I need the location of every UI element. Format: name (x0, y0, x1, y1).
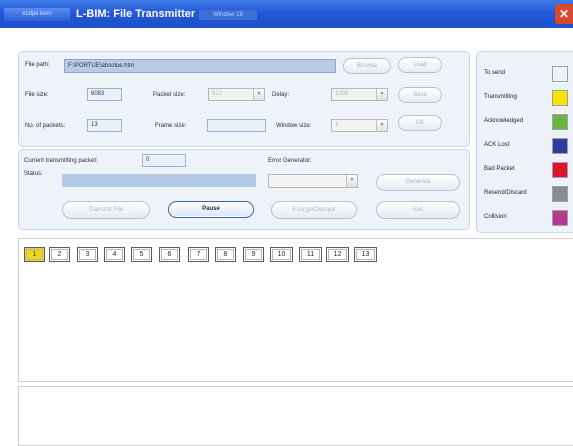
legend-label: Resend/Discard (484, 190, 527, 196)
legend-swatch (552, 186, 568, 202)
packet-box[interactable]: 9 (243, 247, 264, 262)
frame-size-label: Frame size: (155, 123, 187, 129)
packet-number: 1 (32, 251, 37, 258)
chevron-down-icon: ▾ (376, 120, 387, 131)
packet-box[interactable]: 1 (24, 247, 45, 262)
packet-number: 12 (333, 251, 342, 258)
packet-number: 5 (139, 251, 144, 258)
chevron-down-icon: ▾ (253, 89, 264, 100)
file-size-field: 6083 (87, 88, 122, 101)
current-packet-label: Current transmitting packet: (24, 158, 98, 164)
app-badge: ezdpe kern (4, 8, 70, 21)
delay-select[interactable]: 1000 ▾ (331, 88, 388, 101)
num-packets-label: No. of packets: (25, 123, 66, 129)
legend-swatch (552, 90, 568, 106)
packet-box[interactable]: 8 (215, 247, 236, 262)
log-area[interactable] (18, 386, 573, 446)
packet-size-select[interactable]: 512 ▾ (208, 88, 265, 101)
legend-swatch (552, 114, 568, 130)
status-label: Status: (24, 171, 43, 177)
frame-size-field (207, 119, 266, 132)
chevron-down-icon: ▾ (346, 175, 357, 187)
packet-box[interactable]: 2 (49, 247, 70, 262)
legend-label: Bad Packet (484, 166, 515, 172)
packet-size-label: Packet size: (153, 92, 186, 98)
packet-box[interactable]: 5 (131, 247, 152, 262)
transmit-file-button[interactable]: Transmit File (62, 201, 150, 219)
legend-label: Acknowledged (484, 118, 524, 124)
close-button[interactable]: ✕ (555, 4, 573, 24)
packet-box[interactable]: 10 (270, 247, 293, 262)
ok-button[interactable]: OK (398, 115, 442, 131)
packet-number: 2 (57, 251, 62, 258)
num-packets-field: 13 (87, 119, 122, 132)
legend-swatch (552, 210, 568, 226)
packet-display-area (18, 238, 573, 382)
window-size-label: Window size: (276, 123, 312, 129)
packet-number: 8 (223, 251, 228, 258)
packet-number: 13 (361, 251, 370, 258)
file-size-label: File size: (25, 92, 49, 98)
encrypt-decrypt-button[interactable]: Encrypt/Decrypt (271, 201, 357, 219)
num-packets-value: 13 (91, 122, 98, 128)
file-path-label: File path: (25, 62, 50, 68)
generate-button[interactable]: Generate (376, 174, 460, 191)
packet-number: 9 (251, 251, 256, 258)
packet-box[interactable]: 6 (159, 247, 180, 262)
packet-number: 7 (196, 251, 201, 258)
status-bar (62, 174, 256, 187)
file-path-value: F:\PORTUE\absolue.htm (68, 63, 135, 69)
file-size-value: 6083 (91, 91, 105, 97)
packet-box[interactable]: 12 (326, 247, 349, 262)
browse-button[interactable]: Browse (343, 58, 391, 74)
chevron-down-icon: ▾ (376, 89, 387, 100)
packet-number: 11 (306, 251, 315, 258)
current-packet-value: 0 (146, 157, 150, 163)
packet-number: 3 (85, 251, 90, 258)
load-button[interactable]: Load (398, 57, 442, 73)
packet-box[interactable]: 11 (299, 247, 322, 262)
delay-label: Delay: (272, 92, 290, 98)
packet-box[interactable]: 13 (354, 247, 377, 262)
pause-button[interactable]: Pause (168, 201, 254, 218)
current-packet-field: 0 (142, 154, 186, 167)
packet-box[interactable]: 4 (104, 247, 125, 262)
legend-label: ACK Lost (484, 142, 510, 148)
file-path-input[interactable]: F:\PORTUE\absolue.htm (64, 59, 336, 73)
window-title: L-BIM: File Transmitter (76, 8, 196, 20)
legend-label: Collision (484, 214, 507, 220)
save-button[interactable]: Save (398, 87, 442, 103)
legend-label: To send (484, 70, 506, 76)
legend-label: Transmitting (484, 94, 517, 100)
packet-number: 6 (167, 251, 172, 258)
legend-swatch (552, 138, 568, 154)
close-icon: ✕ (558, 7, 570, 21)
window-subtitle: Window 18 (199, 10, 257, 20)
packet-box[interactable]: 3 (77, 247, 98, 262)
exit-button[interactable]: Exit (376, 201, 460, 219)
error-generator-label: Error Generator: (268, 158, 312, 164)
packet-box[interactable]: 7 (188, 247, 209, 262)
legend-swatch (552, 162, 568, 178)
packet-number: 4 (112, 251, 117, 258)
error-generator-select[interactable]: ▾ (268, 174, 358, 188)
window-size-select[interactable]: 1 ▾ (331, 119, 388, 132)
legend-swatch (552, 66, 568, 82)
packet-number: 10 (277, 251, 286, 258)
